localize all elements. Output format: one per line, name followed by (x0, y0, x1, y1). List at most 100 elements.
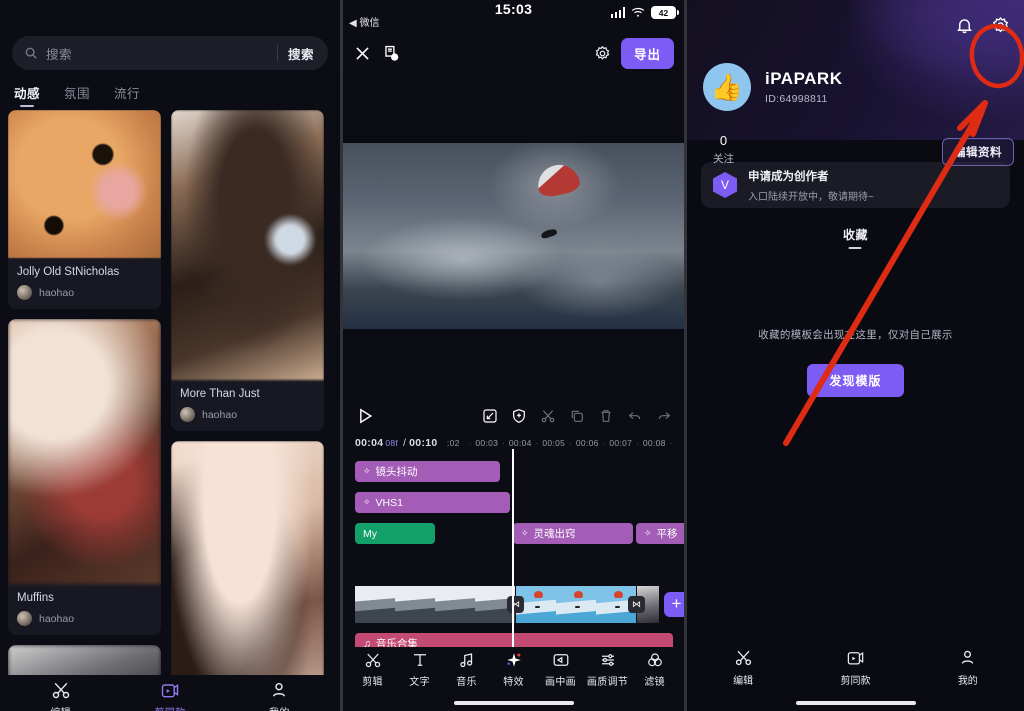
template-author: haohao (180, 407, 315, 422)
tool-label: 画质调节 (586, 676, 629, 688)
gear-icon[interactable] (991, 16, 1010, 35)
user-id: ID:64998811 (765, 93, 828, 105)
search-divider (276, 45, 278, 61)
status-back-app[interactable]: ◀ 微信 (349, 14, 379, 29)
tool-item-quality[interactable]: 画质调节 (584, 651, 631, 688)
tool-label: 音乐 (456, 676, 477, 688)
fullscreen-icon[interactable] (482, 408, 498, 424)
cut-icon[interactable] (540, 408, 556, 424)
status-bar: 15:03 ◀ 微信 42 (343, 0, 684, 34)
video-frame-thumb (395, 586, 435, 623)
creator-banner[interactable]: V 申请成为创作者 入口陆续开放中，敬请期待~ (701, 162, 1010, 208)
three-panel-screenshot: 搜索 搜索 动感 氛围 流行 Jolly Old StNicholas haoh… (0, 0, 1024, 711)
profile-header: 👍 iPAPARK ID:64998811 0 关注 编辑资料 (687, 0, 1024, 166)
effect-clip[interactable]: ✧ 平移 (636, 523, 684, 544)
nav-item-edit[interactable]: 编辑 (687, 648, 799, 687)
nav-item-edit[interactable]: 编辑 (6, 680, 115, 711)
audio-clip[interactable]: ♫ 音乐合集 (355, 633, 673, 647)
scissors-icon (735, 650, 751, 665)
video-track[interactable]: ⋈ ⋈ + (355, 586, 684, 623)
cloud-shape (513, 244, 684, 320)
edit-profile-button[interactable]: 编辑资料 (942, 138, 1014, 166)
author-name: haohao (39, 612, 75, 625)
sparkle-icon: ✧ (363, 466, 371, 476)
tool-item-effects[interactable]: 特效 (490, 651, 537, 688)
export-button[interactable]: 导出 (620, 37, 674, 69)
author-name: haohao (202, 408, 238, 421)
video-preview[interactable] (343, 72, 684, 399)
undo-icon[interactable] (627, 408, 643, 424)
ruler-tick: 00:03 (475, 438, 499, 448)
template-grid: Jolly Old StNicholas haohao Muffins haoh (0, 110, 340, 675)
status-indicators: 42 (610, 6, 679, 19)
tool-item-music[interactable]: 音乐 (443, 651, 490, 688)
avatar (180, 407, 195, 422)
add-clip-button[interactable]: + (664, 592, 684, 617)
text-clip[interactable]: My (355, 523, 435, 544)
transition-icon[interactable]: ⋈ (628, 596, 645, 613)
timeline[interactable]: ✧ 镜头抖动 ✧ VHS1 My ✧ 灵魂出窍 ✧ 平移 ⋈ ⋈ + ♫ 音乐合… (343, 449, 684, 647)
template-card[interactable]: Muffins haohao (8, 319, 161, 635)
filter-circles-icon (647, 652, 662, 666)
redo-icon[interactable] (656, 408, 672, 424)
discover-templates-button[interactable]: 发现模版 (807, 364, 904, 397)
delete-icon[interactable] (598, 408, 614, 424)
author-name: haohao (39, 286, 75, 299)
tool-item-pip[interactable]: 画中画 (537, 651, 584, 688)
search-bar[interactable]: 搜索 搜索 (12, 36, 328, 70)
gear-icon[interactable] (594, 45, 611, 62)
tab-fenwei[interactable]: 氛围 (64, 83, 90, 102)
effect-clip[interactable]: ✧ 镜头抖动 (355, 461, 500, 482)
effect-clip[interactable]: ✧ 灵魂出窍 (513, 523, 633, 544)
text-T-icon (413, 653, 426, 666)
template-title: Jolly Old StNicholas (17, 266, 120, 278)
picture-in-picture-icon (553, 653, 568, 666)
playhead[interactable] (512, 449, 514, 647)
search-button[interactable]: 搜索 (288, 44, 322, 63)
home-indicator (343, 695, 684, 711)
profile-tabs: 收藏 (687, 226, 1024, 243)
shield-add-icon[interactable] (511, 408, 527, 424)
tab-liuxing[interactable]: 流行 (114, 83, 140, 102)
search-input[interactable]: 搜索 (38, 44, 277, 63)
ruler-tick: 00:07 (609, 438, 633, 448)
copy-icon[interactable] (569, 408, 585, 424)
template-card[interactable]: More Than Just haohao (171, 110, 324, 431)
follow-stat[interactable]: 0 关注 (713, 133, 734, 166)
tool-item-filter[interactable]: 滤镜 (631, 651, 678, 688)
transition-icon[interactable]: ⋈ (507, 596, 524, 613)
effect-clip[interactable]: ✧ VHS1 (355, 492, 510, 513)
nav-item-mine[interactable]: 我的 (912, 648, 1024, 687)
music-note-icon: ♫ (363, 637, 371, 648)
video-frame-thumb (435, 586, 475, 623)
music-note-icon (459, 652, 472, 667)
tool-item-text[interactable]: 文字 (396, 651, 443, 688)
nav-item-mine[interactable]: 我的 (225, 680, 334, 711)
clip-label: 灵魂出窍 (533, 528, 576, 540)
tab-dongan[interactable]: 动感 (14, 83, 40, 102)
scissors-icon (365, 653, 380, 667)
close-icon[interactable] (353, 44, 372, 63)
bell-icon[interactable] (955, 16, 974, 35)
wifi-icon (631, 7, 645, 17)
edit-action-icons (482, 408, 672, 424)
clip-label: 镜头抖动 (375, 466, 418, 478)
panel-video-editor: 15:03 ◀ 微信 42 ? 导出 00:04 08f / 00:10:02… (343, 0, 684, 711)
ruler-dot: · (669, 438, 673, 448)
help-doc-icon[interactable]: ? (382, 44, 401, 63)
ruler-tick: 00:06 (575, 438, 599, 448)
nav-item-templates[interactable]: 剪同款 (799, 648, 911, 687)
panel-profile: 👍 iPAPARK ID:64998811 0 关注 编辑资料 V 申请成为创作… (687, 0, 1024, 711)
avatar[interactable]: 👍 (703, 63, 751, 111)
play-icon[interactable] (355, 406, 375, 426)
template-card[interactable]: Jolly Old StNicholas haohao (8, 110, 161, 309)
tool-item-edit[interactable]: 剪辑 (349, 651, 396, 688)
nav-item-templates[interactable]: 剪同款 (115, 680, 224, 711)
category-tabs: 动感 氛围 流行 (0, 70, 340, 110)
template-card[interactable] (171, 441, 324, 675)
template-card[interactable] (8, 645, 161, 675)
tab-favorites[interactable]: 收藏 (843, 226, 868, 243)
creator-title: 申请成为创作者 (748, 170, 829, 183)
current-frame: 08f (385, 438, 399, 448)
template-title: Muffins (17, 592, 54, 604)
